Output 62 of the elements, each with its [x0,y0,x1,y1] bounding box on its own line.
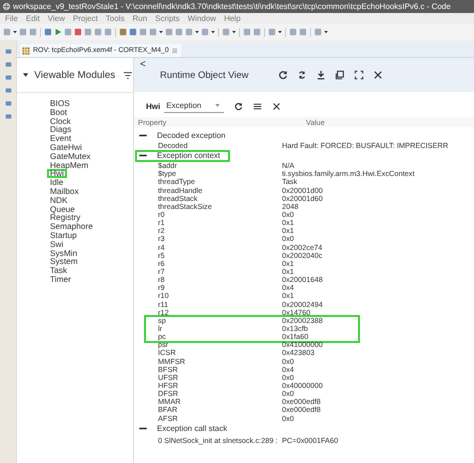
window-title: workspace_v9_testRovStale1 - V:\connell\ndk\ndk3.70\ndktest\tests\ti\ndk\test\src\tcp\common\tcpEchoHooksIPv6.c - Code [13,2,451,11]
module-item[interactable]: Queue [49,204,76,214]
module-item[interactable]: Idle [49,178,64,187]
dropdown-caret-icon[interactable] [159,30,163,34]
menu-item[interactable]: Project [72,14,98,23]
module-item[interactable]: Diags [49,125,72,134]
module-item[interactable]: Mailbox [49,186,80,196]
close-icon[interactable] [272,102,282,111]
menu-item[interactable]: View [48,14,65,23]
section-label: Decoded exception [157,130,226,140]
collapse-icon[interactable] [139,134,149,137]
module-label: Hwi [146,102,160,111]
module-item[interactable]: Hwi [47,169,67,178]
module-item[interactable]: Event [49,134,72,143]
module-item[interactable]: SysMin [49,248,78,258]
module-item[interactable]: Registry [49,213,82,222]
sync-icon[interactable] [296,70,307,80]
view-dropdown[interactable]: Exception [164,100,224,113]
module-item[interactable]: Task [49,266,68,275]
menu-item[interactable]: Scripts [155,14,180,23]
module-item[interactable]: System [49,257,79,266]
play-icon[interactable] [54,28,62,36]
section-label: Exception call stack [157,424,228,434]
window-icon[interactable] [334,70,345,80]
module-item[interactable]: Swi [49,240,64,249]
dropdown-caret-icon[interactable] [13,30,17,34]
caret-icon[interactable] [23,73,28,77]
collapse-icon[interactable] [139,154,149,158]
view-title: Runtime Object View [160,70,249,80]
grid-icon [22,46,30,54]
menu-icon[interactable] [253,102,262,111]
back-button[interactable]: < [140,59,146,70]
menu-item[interactable]: Window [188,14,216,23]
module-item[interactable]: GateHwi [49,142,83,152]
close-icon[interactable] [372,70,383,80]
menu-item[interactable]: Help [224,14,241,23]
refresh-icon[interactable] [234,102,244,111]
module-item[interactable]: BIOS [49,99,71,108]
dropdown-caret-icon[interactable] [195,30,199,34]
menu-item[interactable]: File [5,14,18,23]
collapse-icon[interactable] [139,427,149,430]
module-item[interactable]: Semaphore [49,222,94,231]
menu-item[interactable]: Run [132,14,148,23]
fullscreen-icon[interactable] [354,70,364,80]
module-item[interactable]: GateMutex [49,152,92,161]
module-item[interactable]: Boot [49,108,68,117]
dropdown-caret-icon[interactable] [278,30,282,34]
refresh-icon[interactable] [278,70,288,80]
menu-item[interactable]: Edit [26,14,40,23]
module-item[interactable]: NDK [49,196,69,205]
module-item[interactable]: Timer [49,274,72,284]
dropdown-caret-icon[interactable] [232,30,236,34]
section-label: Exception context [157,151,220,160]
module-item[interactable]: Clock [49,116,72,126]
dropdown-caret-icon[interactable] [324,30,328,34]
dropdown-caret-icon[interactable] [211,30,215,34]
panel-title: Viewable Modules [34,70,116,80]
module-item[interactable]: Startup [49,230,78,240]
download-icon[interactable] [316,70,326,80]
filter-icon[interactable] [123,70,133,80]
menu-item[interactable]: Tools [106,14,124,23]
module-item[interactable]: HeapMem [49,160,90,170]
